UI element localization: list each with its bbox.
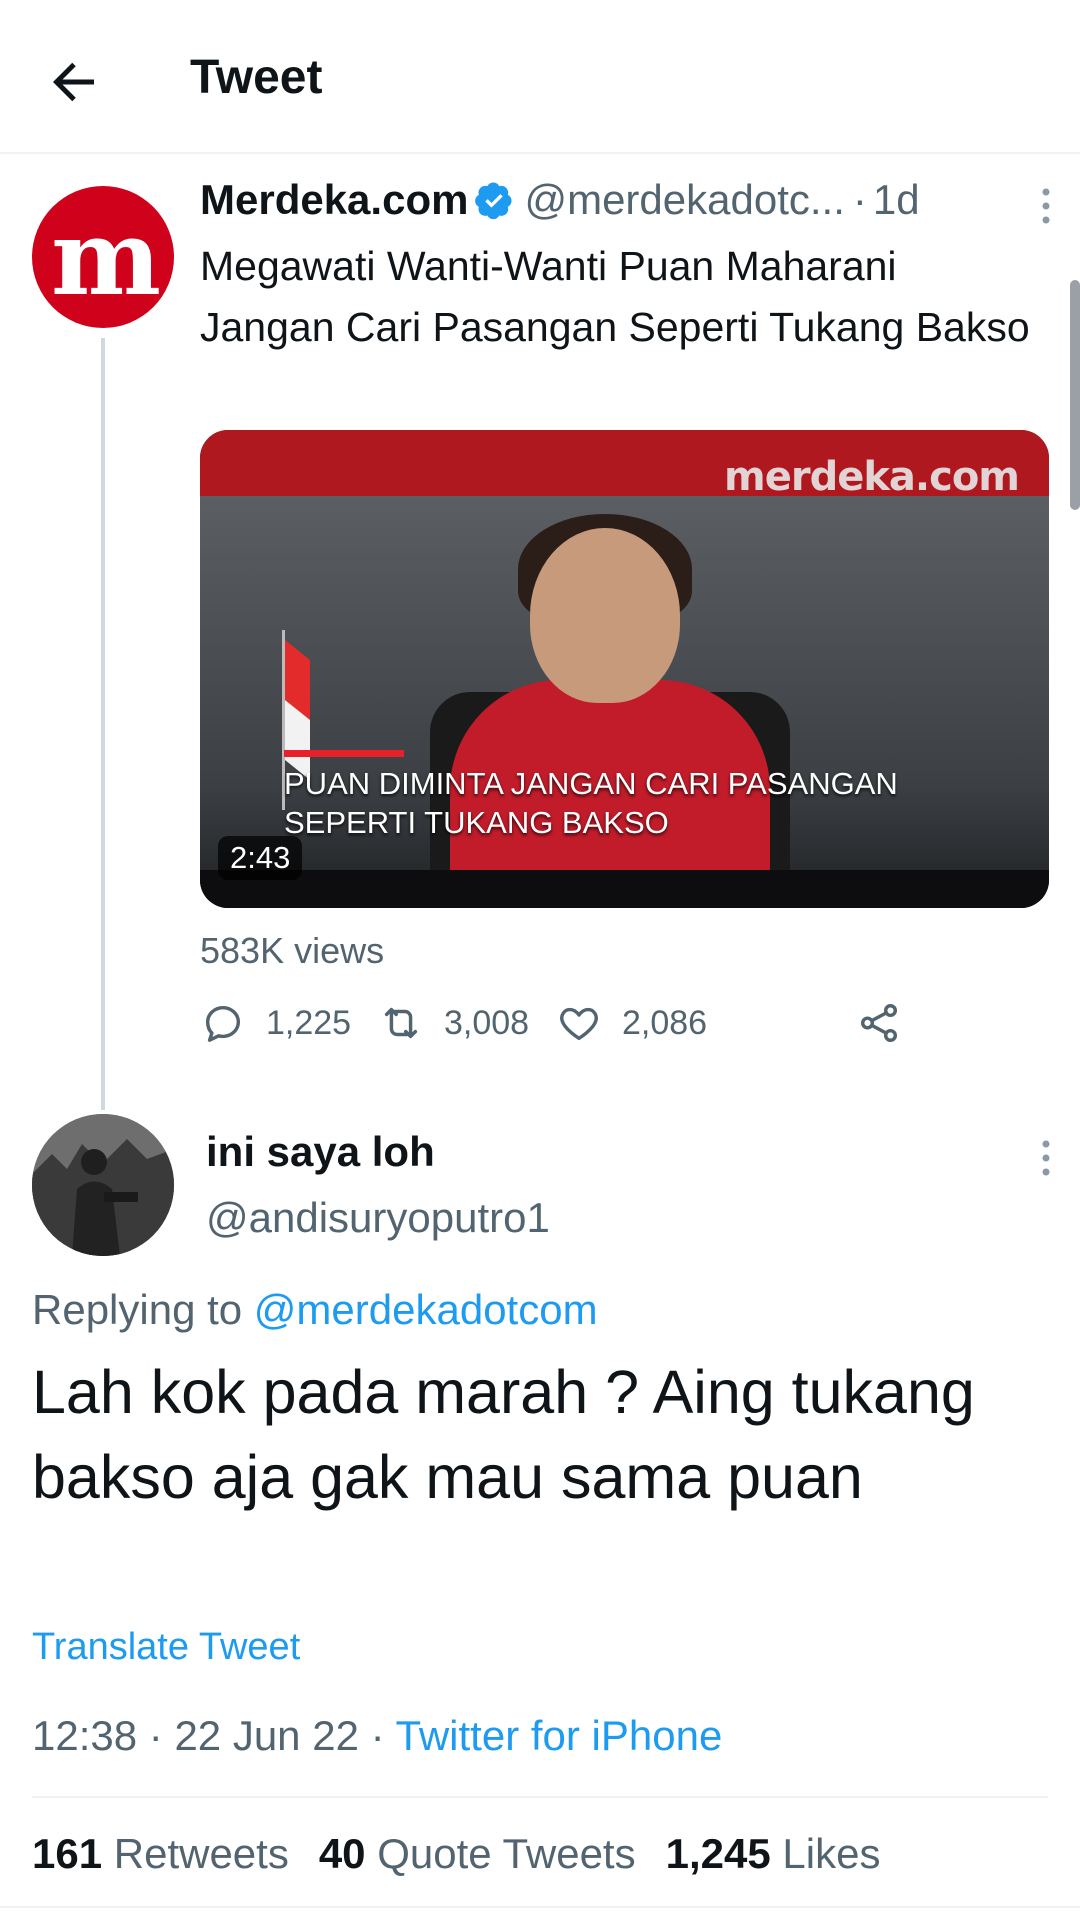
divider: [0, 1906, 1080, 1908]
likes-count: 1,245: [665, 1830, 771, 1877]
quotes-count: 40: [318, 1830, 366, 1877]
avatar[interactable]: m: [32, 186, 174, 328]
tweet-meta: 12:38 · 22 Jun 22 · Twitter for iPhone: [32, 1712, 722, 1760]
reply-icon: [205, 1005, 241, 1042]
avatar[interactable]: [32, 1114, 174, 1256]
verified-badge-icon: [474, 180, 514, 230]
retweets-label: Retweets: [113, 1830, 289, 1877]
replying-prefix: Replying to: [32, 1286, 254, 1333]
video-caption: PUAN DIMINTA JANGAN CARI PASANGAN SEPERT…: [284, 766, 898, 840]
author-handle[interactable]: @merdekadotc...: [524, 176, 844, 223]
reply-author-handle[interactable]: @andisuryoputro1: [206, 1194, 550, 1242]
like-button[interactable]: 2,086: [556, 1000, 707, 1046]
replying-to: Replying to @merdekadotcom: [32, 1286, 598, 1334]
replying-mention[interactable]: @merdekadotcom: [254, 1286, 598, 1333]
like-count: 2,086: [622, 1003, 708, 1042]
reply-text: Lah kok pada marah ? Aing tukang bakso a…: [32, 1358, 975, 1511]
avatar-letter: m: [50, 195, 161, 319]
retweet-count: 3,008: [444, 1003, 530, 1042]
tweet-time: 12:38: [32, 1712, 138, 1759]
more-options-icon[interactable]: [1040, 186, 1052, 226]
reply-button[interactable]: 1,225: [200, 1000, 351, 1046]
tweet-date: 22 Jun 22: [174, 1712, 359, 1759]
divider: [32, 1796, 1048, 1798]
likes-stat[interactable]: 1,245 Likes: [666, 1830, 881, 1877]
likes-label: Likes: [782, 1830, 881, 1877]
video-player[interactable]: merdeka.com PUAN DIMINTA JANGAN CARI PAS…: [200, 430, 1049, 908]
author-name[interactable]: Merdeka.com: [200, 176, 468, 223]
thread-line: [101, 338, 105, 1110]
retweet-button[interactable]: 3,008: [378, 1000, 529, 1046]
tweet-text: Megawati Wanti-Wanti Puan Maharani Janga…: [200, 243, 1030, 350]
reply-author-name[interactable]: ini saya loh: [206, 1128, 435, 1176]
quotes-label: Quote Tweets: [377, 1830, 636, 1877]
reply-count: 1,225: [266, 1003, 352, 1042]
more-options-icon[interactable]: [1040, 1138, 1052, 1178]
video-duration: 2:43: [218, 836, 303, 880]
separator-dot: ·: [852, 176, 867, 223]
separator-dot: ·: [358, 1712, 396, 1759]
share-icon: [860, 1004, 898, 1042]
top-bar: Tweet: [0, 0, 1080, 154]
heart-icon: [560, 1007, 598, 1041]
retweets-count: 161: [32, 1830, 103, 1877]
video-watermark: merdeka.com: [724, 454, 1020, 500]
view-count: 583K views: [200, 930, 385, 971]
caption-accent-bar: [284, 750, 404, 757]
tweet-source[interactable]: Twitter for iPhone: [396, 1712, 723, 1759]
separator-dot: ·: [137, 1712, 175, 1759]
video-desk: [200, 870, 1049, 908]
retweets-stat[interactable]: 161 Retweets: [32, 1830, 289, 1877]
page-title: Tweet: [190, 51, 323, 104]
retweet-icon: [384, 1007, 418, 1039]
video-figure-head: [530, 528, 680, 703]
quotes-stat[interactable]: 40 Quote Tweets: [319, 1830, 636, 1877]
scrollbar[interactable]: [1070, 280, 1080, 510]
tweet-time[interactable]: 1d: [873, 176, 920, 223]
avatar-photo: [32, 1114, 174, 1256]
back-arrow-icon[interactable]: [44, 52, 104, 112]
share-button[interactable]: [856, 1000, 922, 1046]
tweet-actions: 1,225 3,008 2,086: [200, 1000, 920, 1060]
tweet-header: Merdeka.com @merdekadotc... · 1d: [200, 176, 1040, 236]
translate-tweet-link[interactable]: Translate Tweet: [32, 1626, 300, 1669]
tweet-stats: 161 Retweets 40 Quote Tweets 1,245 Likes: [32, 1830, 910, 1878]
